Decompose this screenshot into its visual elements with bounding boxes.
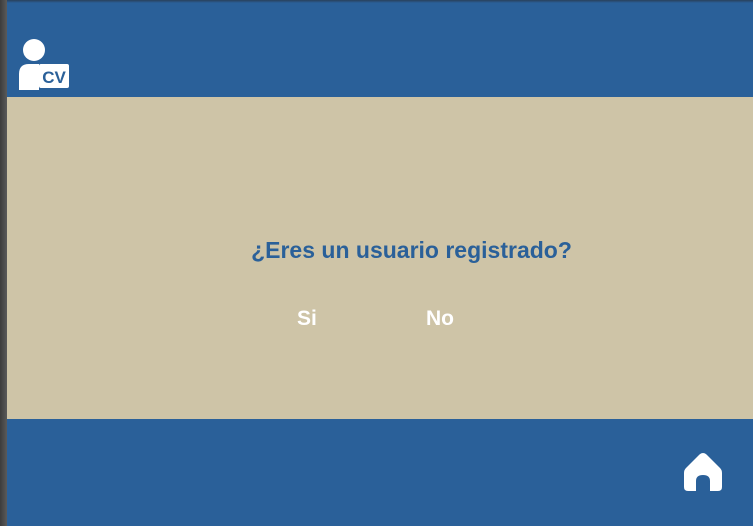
no-button[interactable]: No	[422, 305, 458, 333]
main-panel: ¿Eres un usuario registrado? Si No	[7, 97, 753, 419]
yes-button[interactable]: Si	[293, 305, 321, 333]
registration-question: ¿Eres un usuario registrado?	[251, 237, 572, 263]
window-edge	[0, 0, 7, 526]
home-icon[interactable]	[682, 451, 724, 493]
cv-user-logo-icon: CV	[19, 39, 69, 90]
header-bar: CV	[7, 0, 753, 97]
app-frame: CV ¿Eres un usuario registrado? Si No	[7, 0, 753, 526]
top-shadow	[7, 0, 753, 3]
logo-text: CV	[42, 68, 66, 87]
footer-bar	[7, 419, 753, 526]
